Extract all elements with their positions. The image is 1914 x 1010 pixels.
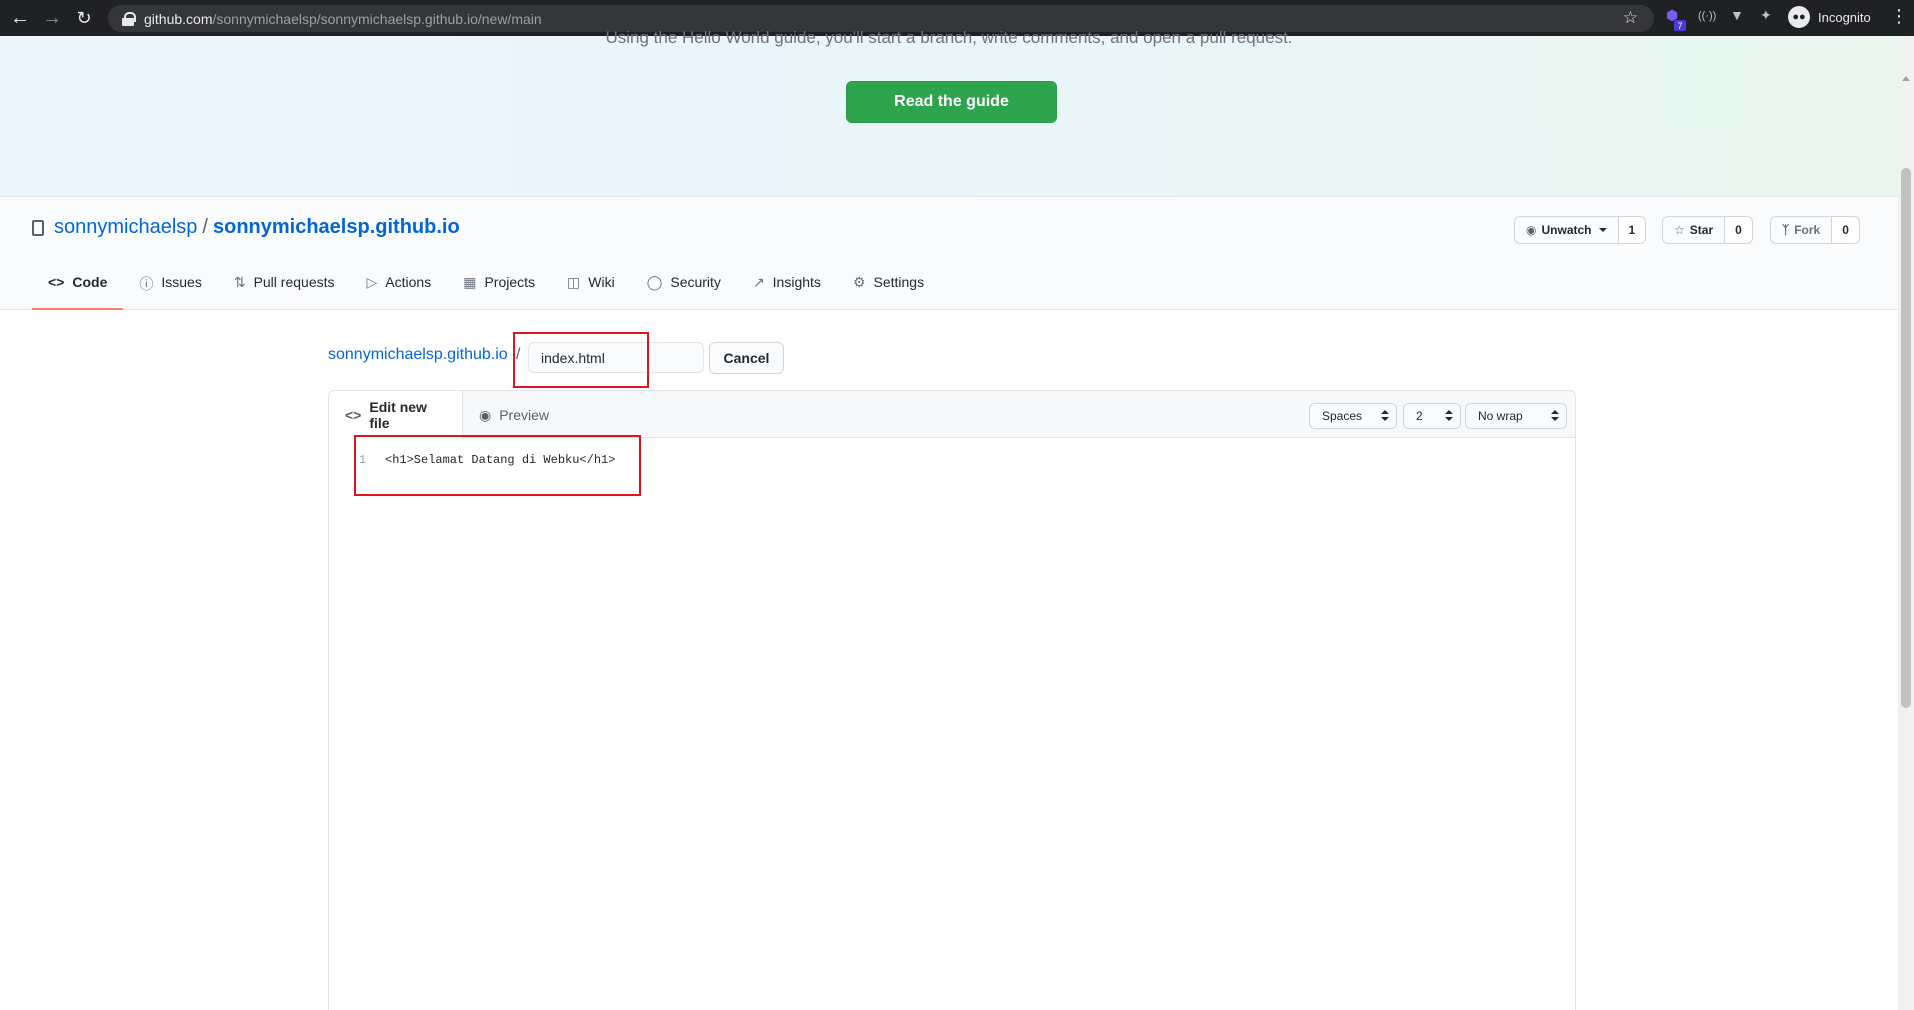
watch-group: ◉ Unwatch 1 (1514, 216, 1647, 244)
hello-world-banner: Using the Hello World guide, you'll star… (0, 28, 1898, 197)
tab-projects[interactable]: ▦ Projects (447, 272, 551, 310)
indent-mode-select[interactable]: Spaces (1309, 403, 1397, 429)
incognito-icon: ●● (1788, 6, 1810, 28)
repo-separator: / (202, 216, 208, 238)
eye-icon: ◉ (479, 406, 492, 423)
star-count[interactable]: 0 (1725, 216, 1753, 244)
eye-icon: ◉ (1526, 223, 1537, 237)
star-label: Star (1689, 223, 1714, 237)
tab-security-label: Security (670, 274, 721, 290)
project-icon: ▦ (463, 274, 477, 290)
watch-count[interactable]: 1 (1618, 216, 1647, 244)
bookmark-star-icon[interactable]: ☆ (1623, 8, 1638, 28)
unwatch-button[interactable]: ◉ Unwatch (1514, 216, 1619, 244)
tab-wiki[interactable]: ◫ Wiki (551, 272, 631, 310)
gear-icon: ⚙ (852, 274, 866, 290)
wrap-mode-value: No wrap (1478, 409, 1523, 423)
edit-tab-label: Edit new file (369, 399, 427, 431)
puzzle-icon[interactable]: ✦ (1760, 7, 1772, 24)
tab-actions[interactable]: ▷ Actions (351, 272, 448, 310)
indent-mode-value: Spaces (1322, 409, 1363, 423)
tab-insights-label: Insights (772, 274, 821, 290)
wrap-mode-select[interactable]: No wrap (1465, 403, 1567, 429)
page-scrollbar[interactable] (1898, 36, 1914, 1010)
tab-settings-label: Settings (873, 274, 925, 290)
cast-icon[interactable]: ((·)) (1698, 10, 1716, 22)
tab-preview[interactable]: ◉ Preview (463, 391, 565, 439)
tab-pull-requests-label: Pull requests (253, 274, 335, 290)
tab-issues-label: Issues (161, 274, 202, 290)
tab-edit-new-file[interactable]: <> Edit new file (329, 391, 463, 439)
shield-icon: ◯ (646, 274, 663, 290)
banner-text: Using the Hello World guide, you'll star… (605, 28, 1293, 47)
select-arrows-icon (1551, 410, 1559, 422)
lock-icon (122, 11, 136, 26)
repo-nav-tabs: <> Code ⓘ Issues ⇅ Pull requests ▷ Actio… (32, 272, 940, 310)
pull-request-icon: ⇅ (233, 274, 246, 290)
tab-projects-label: Projects (484, 274, 536, 290)
tab-code[interactable]: <> Code (32, 272, 124, 310)
select-arrows-icon (1381, 410, 1389, 422)
tab-settings[interactable]: ⚙ Settings (837, 272, 940, 310)
book-icon: ◫ (567, 274, 581, 290)
fork-group: ᛉ Fork 0 (1770, 216, 1860, 244)
indent-size-select[interactable]: 2 (1403, 403, 1461, 429)
tab-actions-label: Actions (385, 274, 432, 290)
unwatch-label: Unwatch (1541, 223, 1592, 237)
star-button[interactable]: ☆ Star (1662, 216, 1726, 244)
highlight-box-code (354, 435, 641, 496)
fork-label: Fork (1794, 223, 1821, 237)
highlight-box-filename (513, 332, 649, 388)
repo-header: sonnymichaelsp / sonnymichaelsp.github.i… (0, 198, 1898, 310)
preview-tab-label: Preview (499, 407, 550, 423)
indent-size-value: 2 (1416, 409, 1423, 423)
fork-icon: ᛉ (1782, 223, 1790, 237)
code-icon: <> (48, 274, 65, 290)
breadcrumb-repo-link[interactable]: sonnymichaelsp.github.io (328, 346, 508, 364)
tab-wiki-label: Wiki (588, 274, 615, 290)
tab-issues[interactable]: ⓘ Issues (123, 272, 217, 310)
vimium-icon[interactable]: ▼ (1730, 7, 1744, 23)
tab-security[interactable]: ◯ Security (631, 272, 737, 310)
select-arrows-icon (1445, 410, 1453, 422)
fork-button[interactable]: ᛉ Fork (1770, 216, 1833, 244)
tab-insights[interactable]: ↗ Insights (737, 272, 837, 310)
repo-name-link[interactable]: sonnymichaelsp.github.io (213, 216, 460, 239)
fork-count[interactable]: 0 (1832, 216, 1860, 244)
incognito-profile[interactable]: ●● Incognito (1788, 6, 1871, 28)
repo-icon (32, 219, 44, 236)
scroll-up-arrow[interactable] (1902, 76, 1910, 81)
tab-code-label: Code (72, 274, 108, 290)
issue-icon: ⓘ (139, 276, 154, 292)
incognito-label: Incognito (1818, 9, 1871, 25)
cancel-button[interactable]: Cancel (709, 342, 784, 374)
repo-title: sonnymichaelsp / sonnymichaelsp.github.i… (32, 216, 460, 239)
repo-owner-link[interactable]: sonnymichaelsp (54, 216, 197, 239)
star-icon: ☆ (1674, 223, 1685, 237)
play-icon: ▷ (366, 274, 378, 290)
scroll-thumb[interactable] (1901, 168, 1911, 708)
graph-icon: ↗ (752, 274, 765, 290)
more-menu-icon[interactable]: ⋮ (1890, 6, 1908, 27)
read-guide-button[interactable]: Read the guide (846, 81, 1057, 123)
tab-pull-requests[interactable]: ⇅ Pull requests (218, 272, 351, 310)
url-text: github.com/sonnymichaelsp/sonnymichaelsp… (144, 10, 542, 27)
code-icon: <> (345, 407, 362, 423)
chevron-down-icon (1598, 228, 1607, 232)
star-group: ☆ Star 0 (1662, 216, 1753, 244)
editor-header: <> Edit new file ◉ Preview Spaces 2 No w… (329, 391, 1575, 439)
